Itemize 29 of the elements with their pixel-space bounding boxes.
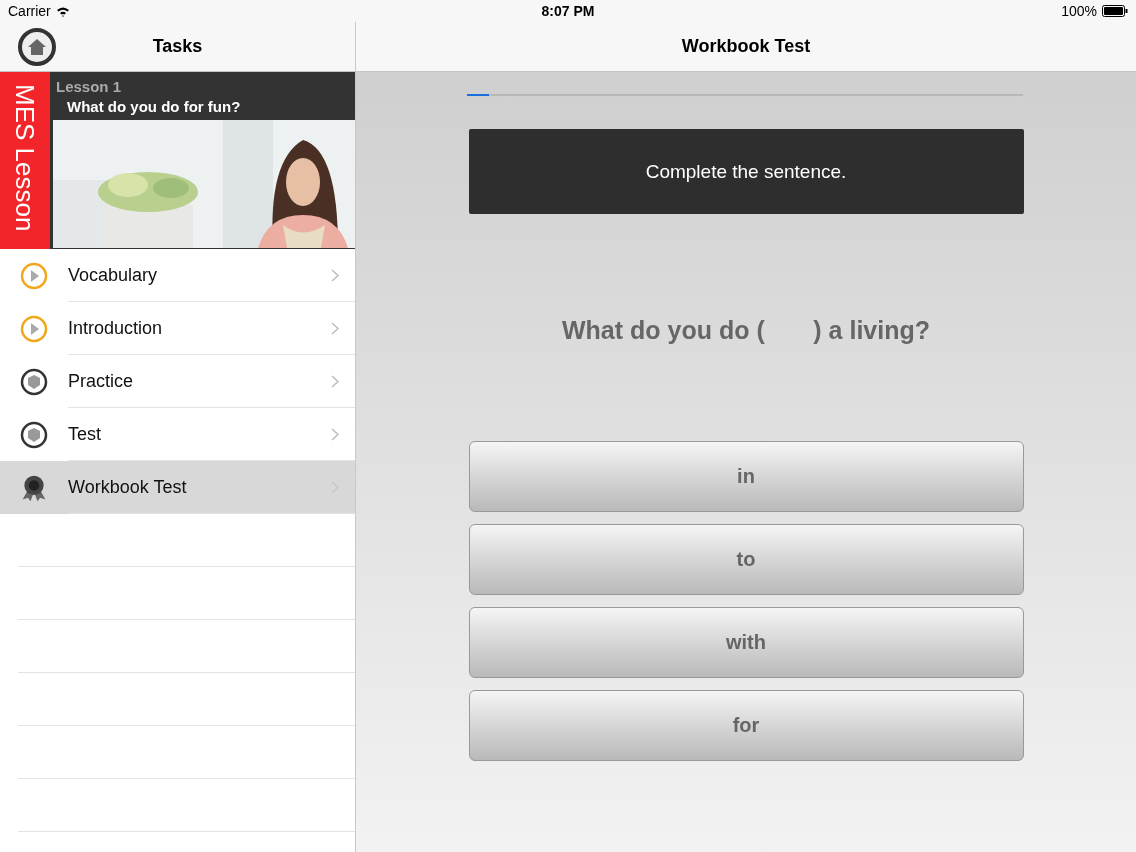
lesson-number: Lesson 1 bbox=[56, 78, 123, 95]
play-icon bbox=[20, 314, 48, 343]
lesson-banner[interactable]: MES Lesson Lesson 1 What do you do for fun? bbox=[0, 72, 355, 249]
brand-label: MES Lesson bbox=[12, 84, 38, 234]
status-time: 8:07 PM bbox=[541, 3, 595, 19]
answer-button[interactable]: to bbox=[468, 524, 1024, 595]
question-text: What do you do ( ) a living? bbox=[562, 316, 930, 345]
lesson-title: What do you do for fun? bbox=[66, 98, 242, 115]
carrier-label: Carrier bbox=[8, 3, 51, 19]
cube-icon bbox=[20, 420, 48, 449]
battery-icon bbox=[1102, 5, 1128, 17]
answer-button[interactable]: with bbox=[468, 607, 1024, 678]
medal-icon bbox=[20, 473, 48, 502]
chevron-icon bbox=[331, 428, 339, 441]
task-item[interactable]: Workbook Test bbox=[0, 461, 355, 514]
wifi-icon bbox=[55, 5, 70, 17]
chevron-icon bbox=[331, 322, 339, 335]
chevron-icon bbox=[331, 269, 339, 282]
answer-button[interactable]: for bbox=[468, 690, 1024, 761]
battery-percent: 100% bbox=[1061, 3, 1097, 19]
screen-title: Workbook Test bbox=[681, 36, 811, 57]
cube-icon bbox=[20, 367, 48, 396]
answer-button[interactable]: in bbox=[468, 441, 1024, 512]
chevron-icon bbox=[331, 375, 339, 388]
home-button[interactable] bbox=[18, 28, 56, 66]
instruction-text: Complete the sentence. bbox=[645, 160, 847, 183]
play-icon bbox=[20, 261, 48, 290]
home-icon bbox=[27, 38, 47, 56]
sidebar-title: Tasks bbox=[152, 36, 203, 57]
